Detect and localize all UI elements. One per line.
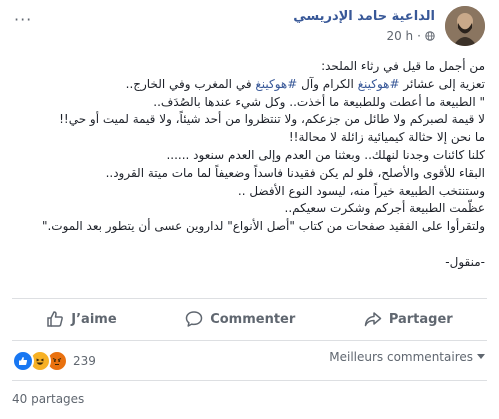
post-line: كلنا كائنات وجدنا لنهلك.. وبعثنا من العد… [166, 147, 485, 162]
author-name[interactable]: الداعية حامد الإدريسي [293, 9, 435, 24]
comment-sort-dropdown[interactable]: Meilleurs commentaires [329, 350, 485, 364]
post-line: عظّمت الطبيعة أجركم وشكرت سعيكم.. [284, 201, 485, 216]
separator-dot: · [417, 29, 421, 43]
post-line: من أجمل ما قيل في رثاء الملحد: [321, 59, 485, 73]
chevron-down-icon [477, 354, 485, 359]
post-card: الداعية حامد الإدريسي 20 h · ··· من أجمل… [0, 0, 499, 419]
reactions-summary[interactable]: 239 [12, 350, 96, 372]
actions-top-divider [12, 298, 487, 299]
post-line: ما نحن إلا حثالة كيميائية زائلة لا محالة… [288, 130, 485, 145]
stats-divider [12, 380, 487, 381]
thumbs-up-icon [47, 311, 64, 327]
reaction-count: 239 [73, 354, 96, 368]
comment-sort-label: Meilleurs commentaires [329, 350, 473, 364]
globe-icon [425, 31, 435, 41]
like-button[interactable]: J’aime [46, 310, 117, 328]
like-reaction-icon [12, 350, 34, 372]
post-line: " الطبيعة ما أعطت وللطبيعة ما أخذت.. وكل… [153, 94, 485, 109]
post-line: -منقول- [445, 254, 485, 269]
comment-label: Commenter [210, 311, 296, 327]
share-count[interactable]: 40 partages [12, 392, 84, 406]
share-arrow-icon [364, 312, 382, 327]
like-label: J’aime [71, 311, 117, 327]
post-line: البقاء للأقوى والأصلح، فلو لم يكن فقيدنا… [105, 165, 485, 180]
author-avatar[interactable] [445, 6, 485, 46]
post-line: لا قيمة لصبركم ولا طائل من جزعكم، ولا تن… [59, 112, 485, 127]
comment-button[interactable]: Commenter [185, 310, 295, 328]
actions-bottom-divider [12, 340, 487, 341]
comment-icon [185, 311, 203, 327]
post-line: تعزية إلى عشائر #هوكينغ الكرام وآل #هوكي… [125, 76, 485, 91]
more-dots-icon[interactable]: ··· [14, 10, 32, 29]
post-line: وستنتخب الطبيعة خيراً منه، ليسود النوع ا… [237, 183, 485, 198]
post-body: من أجمل ما قيل في رثاء الملحد: تعزية إلى… [15, 58, 485, 272]
share-label: Partager [388, 311, 453, 327]
post-actions: J’aime Commenter Partager [12, 302, 487, 336]
post-meta: 20 h · [386, 29, 435, 43]
post-line: ولتقرأوا على الفقيد صفحات من كتاب "أصل ا… [41, 219, 485, 234]
post-time[interactable]: 20 h [386, 29, 413, 43]
post-line [15, 236, 485, 254]
avatar-image [445, 6, 485, 46]
post-header: الداعية حامد الإدريسي 20 h · [185, 6, 485, 52]
share-button[interactable]: Partager [364, 310, 453, 328]
